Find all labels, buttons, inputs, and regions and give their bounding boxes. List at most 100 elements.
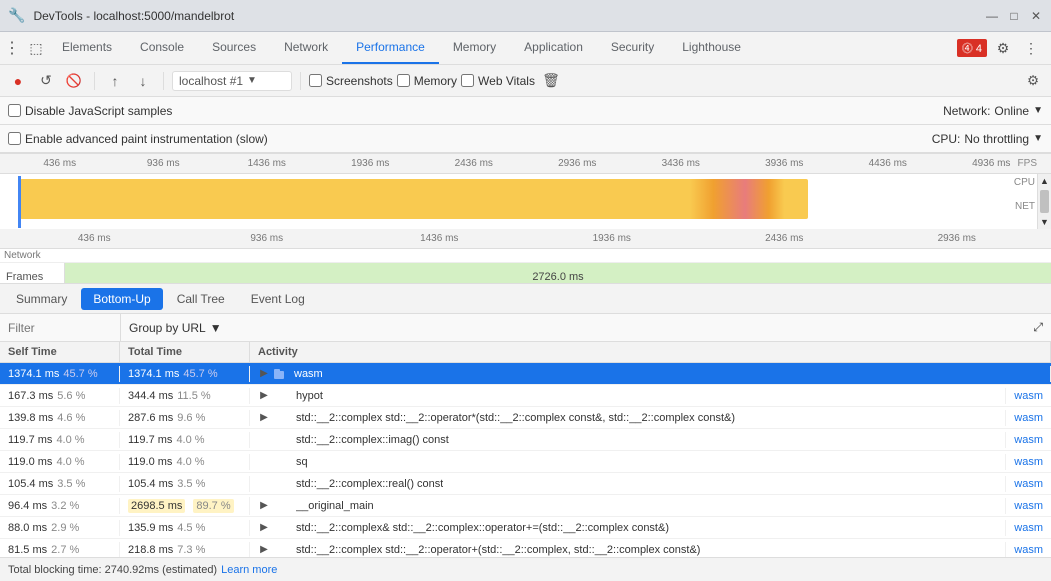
table-row[interactable]: 119.7 ms4.0 %119.7 ms4.0 %std::__2::comp… [0,429,1051,451]
refresh-record-button[interactable]: ↺ [34,69,58,93]
filter-input[interactable] [0,321,120,335]
td-link[interactable]: wasm [1006,542,1051,558]
sep1 [94,72,95,90]
webvitals-check[interactable] [461,74,474,87]
total-pct: 11.5 % [177,390,210,402]
expand-icon[interactable]: ▶ [258,412,270,424]
options-row2: Enable advanced paint instrumentation (s… [0,125,1051,153]
memory-check[interactable] [397,74,410,87]
minimize-button[interactable]: — [985,9,999,23]
th-activity[interactable]: Activity [250,342,1051,362]
th-total-time[interactable]: Total Time [120,342,250,362]
frames-bar: 2726.0 ms [65,263,1051,284]
self-time-value: 88.0 ms [8,522,47,534]
disable-js-label[interactable]: Disable JavaScript samples [8,104,172,118]
table-row[interactable]: 105.4 ms3.5 %105.4 ms3.5 %std::__2::comp… [0,473,1051,495]
more-button[interactable]: ⋮ [1019,36,1043,60]
memory-checkbox[interactable]: Memory [397,74,457,88]
tab-network[interactable]: Network [270,32,342,64]
td-link[interactable]: wasm [1006,498,1051,514]
ruler2-mark: 936 ms [181,233,354,244]
group-by-select[interactable]: Group by URL ▼ [121,321,230,335]
wasm-link[interactable]: wasm [1014,500,1043,512]
disable-js-check[interactable] [8,104,21,117]
tab-application[interactable]: Application [510,32,597,64]
td-link[interactable]: wasm [1006,410,1051,426]
screenshots-check[interactable] [309,74,322,87]
self-time-value: 105.4 ms [8,478,53,490]
wasm-link[interactable]: wasm [1014,390,1043,402]
webvitals-checkbox[interactable]: Web Vitals [461,74,535,88]
collapse-button[interactable]: ⤢ [1033,320,1043,334]
td-link[interactable]: wasm [1006,476,1051,492]
enable-paint-check[interactable] [8,132,21,145]
table-row[interactable]: 88.0 ms2.9 %135.9 ms4.5 %▶std::__2::comp… [0,517,1051,539]
tab-console[interactable]: Console [126,32,198,64]
table-row[interactable]: 1374.1 ms45.7 %1374.1 ms45.7 %▶wasm [0,363,1051,385]
record-button[interactable]: ● [6,69,30,93]
expand-icon[interactable]: ▶ [258,500,270,512]
settings-button[interactable]: ⚙ [991,36,1015,60]
trash-button[interactable]: 🗑 [539,69,563,93]
ruler-mark: 2936 ms [526,158,630,169]
network-row: Network [0,249,1051,263]
td-link[interactable]: wasm [1006,454,1051,470]
tab-sources[interactable]: Sources [198,32,270,64]
wasm-link[interactable]: wasm [1014,434,1043,446]
wasm-link[interactable]: wasm [1014,522,1043,534]
wasm-link[interactable]: wasm [1014,456,1043,468]
close-button[interactable]: ✕ [1029,9,1043,23]
table-row[interactable]: 119.0 ms4.0 %119.0 ms4.0 %sqwasm [0,451,1051,473]
table-header: Self Time Total Time Activity [0,342,1051,363]
expand-icon[interactable]: ▶ [258,544,270,556]
tab-memory[interactable]: Memory [439,32,510,64]
expand-icon[interactable]: ▶ [258,522,270,534]
table-row[interactable]: 96.4 ms3.2 %2698.5 ms89.7 %▶__original_m… [0,495,1051,517]
cpu-select[interactable]: CPU: No throttling ▼ [932,132,1043,146]
activity-name: wasm [294,368,323,380]
ruler2-mark: 436 ms [8,233,181,244]
tab-security[interactable]: Security [597,32,668,64]
tab-performance[interactable]: Performance [342,32,439,64]
tab-call-tree[interactable]: Call Tree [165,288,237,310]
learn-more-link[interactable]: Learn more [221,564,277,576]
self-pct: 45.7 % [63,368,97,380]
capture-settings-button[interactable]: ⚙ [1021,69,1045,93]
tab-event-log[interactable]: Event Log [239,288,317,310]
tab-elements[interactable]: Elements [48,32,126,64]
wasm-link[interactable]: wasm [1014,478,1043,490]
activity-name: __original_main [296,500,374,512]
expand-icon[interactable]: ▶ [258,368,270,380]
maximize-button[interactable]: □ [1007,9,1021,23]
wasm-link[interactable]: wasm [1014,544,1043,556]
scroll-down[interactable]: ▼ [1038,215,1051,229]
inspect-button[interactable]: ⬚ [24,36,48,60]
td-link[interactable]: wasm [1006,520,1051,536]
tab-lighthouse[interactable]: Lighthouse [668,32,755,64]
clear-button[interactable]: 🚫 [62,69,86,93]
status-text: Total blocking time: 2740.92ms (estimate… [8,564,217,576]
scroll-up[interactable]: ▲ [1038,174,1051,188]
screenshots-checkbox[interactable]: Screenshots [309,74,393,88]
total-pct: 4.0 % [176,434,204,446]
tab-summary[interactable]: Summary [4,288,79,310]
table-row[interactable]: 139.8 ms4.6 %287.6 ms9.6 %▶std::__2::com… [0,407,1051,429]
devtools-menu-button[interactable]: ⋮ [0,36,24,60]
wasm-link[interactable]: wasm [1014,412,1043,424]
expand-icon[interactable]: ▶ [258,390,270,402]
tab-bottom-up[interactable]: Bottom-Up [81,288,162,310]
td-activity: ▶std::__2::complex std::__2::operator+(s… [250,542,1006,558]
td-self-time: 119.0 ms4.0 % [0,454,120,470]
enable-paint-label[interactable]: Enable advanced paint instrumentation (s… [8,132,268,146]
network-select[interactable]: Network: Online ▼ [943,104,1043,118]
url-arrow: ▼ [247,75,257,86]
upload-button[interactable]: ↑ [103,69,127,93]
download-button[interactable]: ↓ [131,69,155,93]
th-self-time[interactable]: Self Time [0,342,120,362]
td-total-time: 344.4 ms11.5 % [120,388,250,404]
activity-name: sq [296,456,308,468]
table-row[interactable]: 167.3 ms5.6 %344.4 ms11.5 %▶hypotwasm [0,385,1051,407]
td-link[interactable]: wasm [1006,388,1051,404]
td-link[interactable]: wasm [1006,432,1051,448]
url-bar[interactable]: localhost #1 ▼ [172,71,292,91]
